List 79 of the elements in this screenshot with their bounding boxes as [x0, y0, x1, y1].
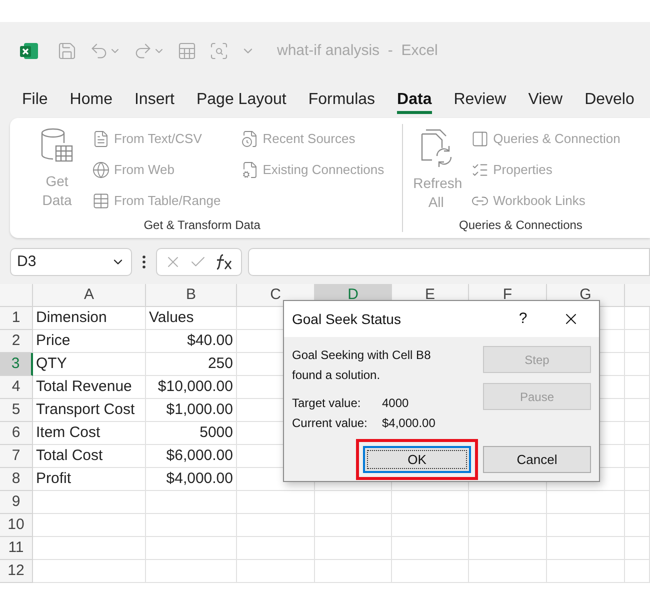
form-icon[interactable] [209, 41, 229, 61]
name-box[interactable]: D3 [10, 248, 132, 276]
table-cell [625, 353, 650, 376]
ribbon-tab[interactable]: Page Layout [196, 84, 286, 114]
result-message: Goal Seeking with Cell B8 found a solution. [292, 347, 432, 384]
table-cell: Total Cost [33, 445, 146, 468]
table-cell: $6,000.00 [146, 445, 237, 468]
table-cell: Dimension [33, 307, 146, 330]
spreadsheet-logo-icon[interactable] [19, 41, 39, 61]
column-header[interactable]: A [33, 284, 146, 307]
panel-icon [471, 130, 490, 148]
table-cell [625, 307, 650, 330]
ribbon-tab[interactable]: Formulas [308, 84, 376, 114]
row-header[interactable]: 9 [0, 491, 33, 514]
ribbon-tab[interactable]: Develo [584, 84, 634, 114]
table-cell [625, 560, 650, 583]
table-cell: Total Revenue [33, 376, 146, 399]
row-header[interactable]: 4 [0, 376, 33, 399]
help-button[interactable]: ? [503, 308, 543, 330]
ribbon-tab[interactable]: Review [454, 84, 506, 114]
column-header[interactable]: B [146, 284, 237, 307]
more-options-icon[interactable] [142, 255, 146, 269]
group-label: Get & Transform Data [142, 217, 262, 232]
table-cell: $4,000.00 [146, 468, 237, 491]
dialog-button[interactable]: Cancel [483, 446, 591, 473]
column-header[interactable] [625, 284, 650, 307]
table-cell: Transport Cost [33, 399, 146, 422]
formula-input[interactable] [248, 248, 650, 276]
field-label: Target value: [292, 395, 362, 412]
table-cell [625, 330, 650, 353]
table-cell [625, 399, 650, 422]
table-cell: $40.00 [146, 330, 237, 353]
table-cell: Item Cost [33, 422, 146, 445]
table-cell [625, 445, 650, 468]
table-cell [625, 514, 650, 537]
table-cell: $1,000.00 [146, 399, 237, 422]
globe-icon [92, 160, 110, 178]
undo-icon[interactable] [89, 41, 109, 61]
select-all-corner[interactable] [0, 284, 33, 307]
table-icon [92, 192, 110, 210]
table-cell [625, 376, 650, 399]
dialog-title: Goal Seek Status [292, 310, 402, 328]
field-value: $4,000.00 [382, 415, 436, 432]
table-cell [625, 537, 650, 560]
table-cell: QTY [33, 353, 146, 376]
dialog-button[interactable]: OK [363, 446, 471, 473]
row-header[interactable]: 10 [0, 514, 33, 537]
table-cell: $10,000.00 [146, 376, 237, 399]
group-label: Queries & Connections [458, 217, 584, 232]
ribbon-tab[interactable]: Home [70, 84, 112, 114]
ribbon-tab[interactable]: Data [397, 84, 432, 114]
table-cell [625, 468, 650, 491]
table-cell: 5000 [146, 422, 237, 445]
row-header[interactable]: 5 [0, 399, 33, 422]
row-header[interactable]: 6 [0, 422, 33, 445]
table-cell: Price [33, 330, 146, 353]
field-value: 4000 [382, 395, 409, 412]
document-icon [240, 160, 259, 178]
row-header[interactable]: 7 [0, 445, 33, 468]
table-cell: 250 [146, 353, 237, 376]
clock-document-icon [240, 130, 259, 148]
table-cell: Values [146, 307, 237, 330]
ribbon-tab[interactable]: File [22, 84, 48, 114]
row-header[interactable]: 2 [0, 330, 33, 353]
ribbon-tab[interactable]: View [528, 84, 563, 114]
row-header[interactable]: 8 [0, 468, 33, 491]
redo-icon[interactable] [133, 41, 153, 61]
save-icon[interactable] [57, 41, 77, 61]
grid-icon[interactable] [177, 41, 197, 61]
ribbon-tab[interactable]: Insert [134, 84, 174, 114]
row-header[interactable]: 11 [0, 537, 33, 560]
row-header[interactable]: 12 [0, 560, 33, 583]
table-cell: Profit [33, 468, 146, 491]
window-title: what-if analysis - Excel [277, 40, 438, 61]
document-icon [92, 130, 110, 148]
table-cell [625, 422, 650, 445]
table-cell [625, 491, 650, 514]
field-label: Current value: [292, 415, 368, 432]
row-header[interactable]: 1 [0, 307, 33, 330]
